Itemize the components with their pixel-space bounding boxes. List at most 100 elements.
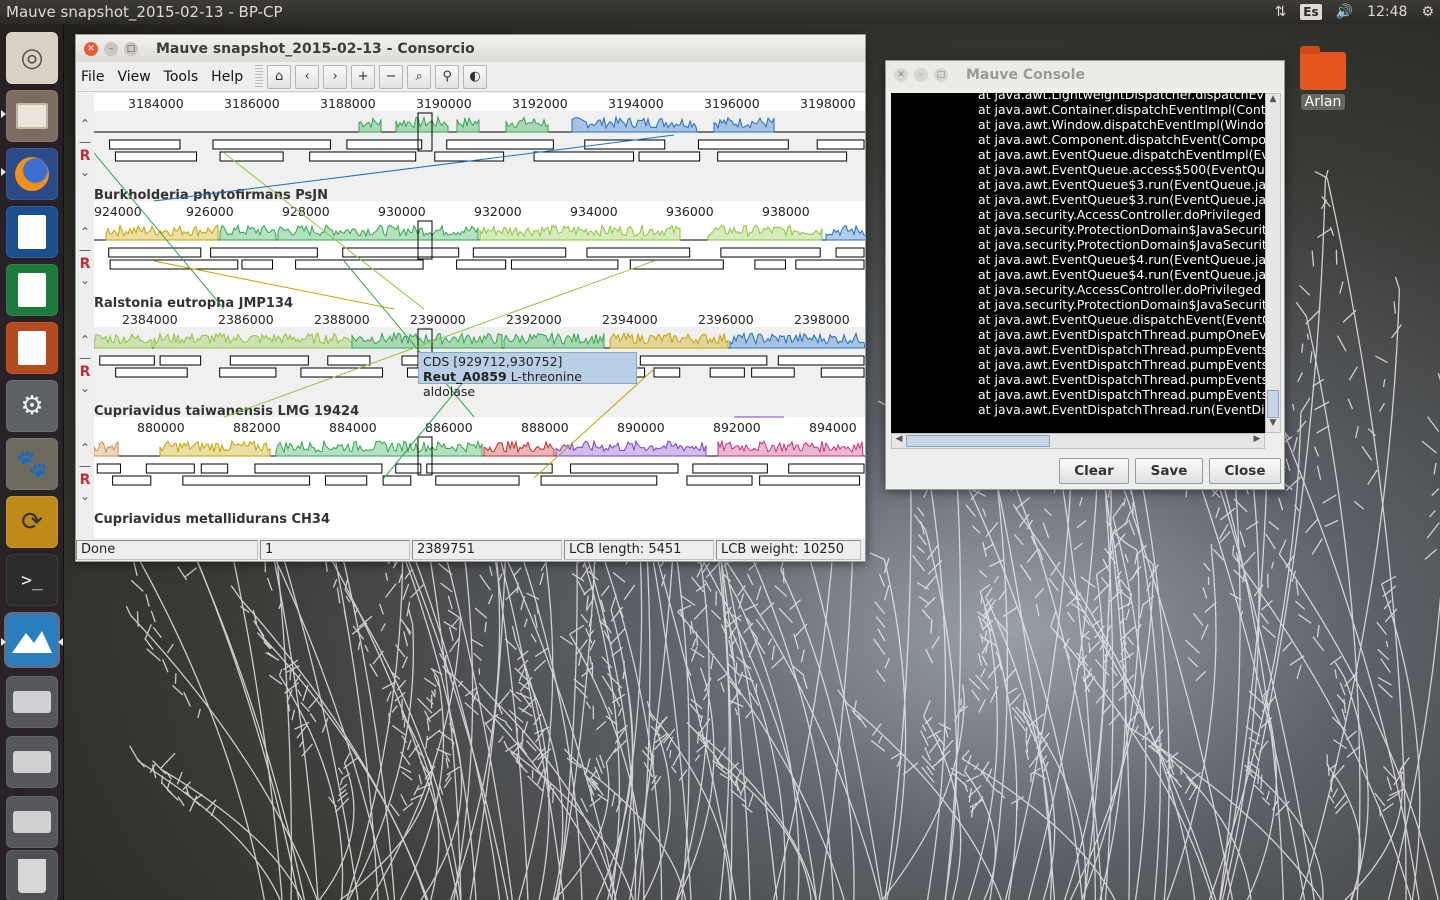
gene-feature[interactable] bbox=[395, 463, 422, 474]
gene-feature[interactable] bbox=[720, 247, 821, 258]
gene-feature[interactable] bbox=[159, 355, 202, 366]
alignment-view[interactable]: ⌃ — R ⌄ ⌃ — R ⌄ ⌃ — R ⌄ ⌃ — R ⌄ 3184000 … bbox=[76, 93, 865, 538]
gene-feature[interactable] bbox=[816, 139, 865, 150]
hide-panel-icon[interactable]: — bbox=[78, 460, 92, 472]
binoculars-icon[interactable]: ⚲ bbox=[435, 64, 460, 89]
vertical-scrollbar[interactable]: ▲ ▼ bbox=[1265, 93, 1281, 433]
gene-feature[interactable] bbox=[145, 463, 195, 474]
horizontal-scrollbar[interactable]: ◀ ▶ bbox=[891, 433, 1265, 449]
gene-feature[interactable] bbox=[114, 151, 197, 162]
gear-icon[interactable]: ⚙ bbox=[1421, 4, 1434, 20]
gene-feature[interactable] bbox=[540, 475, 658, 486]
gene-feature[interactable] bbox=[219, 367, 277, 378]
gene-feature[interactable] bbox=[324, 475, 368, 486]
lcb-block[interactable] bbox=[94, 332, 153, 349]
scroll-down-icon[interactable]: ▼ bbox=[1266, 418, 1280, 432]
lcb-block[interactable] bbox=[94, 440, 119, 457]
lcb-block[interactable] bbox=[456, 116, 480, 133]
gene-feature[interactable] bbox=[795, 259, 865, 270]
scrollbar-thumb[interactable] bbox=[906, 435, 1050, 447]
gene-feature[interactable] bbox=[472, 247, 567, 258]
move-up-icon[interactable]: ⌃ bbox=[78, 118, 92, 130]
gene-feature[interactable] bbox=[112, 475, 152, 486]
gene-feature[interactable] bbox=[692, 463, 768, 474]
gene-feature[interactable] bbox=[327, 355, 371, 366]
lcb-block[interactable] bbox=[275, 439, 483, 457]
menu-file[interactable]: File bbox=[81, 69, 104, 85]
move-up-icon[interactable]: ⌃ bbox=[78, 442, 92, 454]
clock[interactable]: 12:48 bbox=[1367, 4, 1407, 20]
gene-feature[interactable] bbox=[309, 151, 417, 162]
gimp-icon[interactable]: 🐾 bbox=[6, 438, 58, 490]
gene-feature[interactable] bbox=[835, 247, 865, 258]
maximize-window-button[interactable]: □ bbox=[934, 67, 948, 82]
reverse-complement-button[interactable]: R bbox=[78, 473, 92, 487]
scroll-up-icon[interactable]: ▲ bbox=[1266, 94, 1280, 108]
desktop-folder[interactable]: Arlan bbox=[1298, 46, 1348, 110]
lcb-block[interactable] bbox=[153, 331, 353, 349]
close-window-button[interactable]: ✕ bbox=[84, 41, 98, 56]
lcb-block[interactable] bbox=[505, 116, 549, 133]
gene-feature[interactable] bbox=[638, 151, 701, 162]
gene-feature[interactable] bbox=[717, 151, 848, 162]
mauve-titlebar[interactable]: ✕ – □ Mauve snapshot_2015-02-13 - Consor… bbox=[76, 35, 865, 62]
zoom-out-icon[interactable]: − bbox=[379, 64, 404, 89]
impress-icon[interactable] bbox=[6, 322, 58, 374]
lcb-block[interactable] bbox=[825, 224, 865, 241]
lcb-block[interactable] bbox=[479, 223, 681, 241]
close-button[interactable]: Close bbox=[1209, 458, 1281, 484]
gene-feature[interactable] bbox=[456, 259, 507, 270]
gene-feature[interactable] bbox=[109, 139, 181, 150]
lcb-block[interactable] bbox=[277, 224, 479, 241]
lcb-block[interactable] bbox=[358, 117, 382, 133]
gene-feature[interactable] bbox=[200, 463, 229, 474]
alignment-tracks[interactable] bbox=[94, 93, 865, 538]
volume-icon[interactable]: 🔊 bbox=[1336, 4, 1353, 20]
gene-feature[interactable] bbox=[434, 151, 505, 162]
lcb-block[interactable] bbox=[713, 116, 775, 133]
gene-feature[interactable] bbox=[510, 259, 619, 270]
gene-feature[interactable] bbox=[533, 151, 634, 162]
trash-icon[interactable] bbox=[6, 850, 58, 900]
minimize-window-button[interactable]: – bbox=[104, 41, 118, 56]
scroll-right-icon[interactable]: ▶ bbox=[1250, 434, 1264, 448]
lcb-block[interactable] bbox=[395, 115, 449, 133]
terminal-icon[interactable]: >_ bbox=[6, 554, 58, 606]
lcb-block[interactable] bbox=[609, 331, 729, 349]
lcb-block[interactable] bbox=[503, 331, 605, 349]
gene-feature[interactable] bbox=[686, 475, 753, 486]
files-icon[interactable] bbox=[6, 90, 58, 142]
gene-feature[interactable] bbox=[426, 463, 553, 474]
gene-feature[interactable] bbox=[342, 247, 460, 258]
gene-feature[interactable] bbox=[697, 139, 789, 150]
gene-feature[interactable] bbox=[295, 259, 424, 270]
search-icon[interactable]: ⌕ bbox=[407, 64, 432, 89]
gene-feature[interactable] bbox=[108, 247, 202, 258]
menu-help[interactable]: Help bbox=[211, 69, 243, 85]
gene-feature[interactable] bbox=[212, 139, 331, 150]
gene-feature[interactable] bbox=[382, 475, 412, 486]
menu-tools[interactable]: Tools bbox=[164, 69, 199, 85]
color-scheme-icon[interactable]: ◐ bbox=[463, 64, 488, 89]
gene-feature[interactable] bbox=[182, 475, 311, 486]
gene-feature[interactable] bbox=[300, 367, 384, 378]
gene-feature[interactable] bbox=[709, 367, 745, 378]
gene-feature[interactable] bbox=[210, 247, 318, 258]
ubuntu-dash-icon[interactable]: ◎ bbox=[6, 32, 58, 84]
calc-icon[interactable] bbox=[6, 264, 58, 316]
lcb-block[interactable] bbox=[571, 115, 698, 133]
gene-feature[interactable] bbox=[346, 139, 423, 150]
firefox-icon[interactable] bbox=[6, 148, 58, 200]
scroll-left-icon[interactable]: ‹ bbox=[295, 64, 320, 89]
gene-feature[interactable] bbox=[586, 247, 691, 258]
console-output[interactable]: at java.awt.LightweightDispatcher.dispat… bbox=[891, 93, 1265, 433]
clear-button[interactable]: Clear bbox=[1059, 458, 1129, 484]
gene-feature[interactable] bbox=[446, 139, 554, 150]
gene-feature[interactable] bbox=[435, 475, 520, 486]
lcb-block[interactable] bbox=[219, 223, 277, 241]
gene-feature[interactable] bbox=[754, 259, 787, 270]
move-up-icon[interactable]: ⌃ bbox=[78, 226, 92, 238]
gene-feature[interactable] bbox=[788, 463, 865, 474]
mauve-icon[interactable] bbox=[6, 614, 58, 666]
scroll-right-icon[interactable]: › bbox=[323, 64, 348, 89]
